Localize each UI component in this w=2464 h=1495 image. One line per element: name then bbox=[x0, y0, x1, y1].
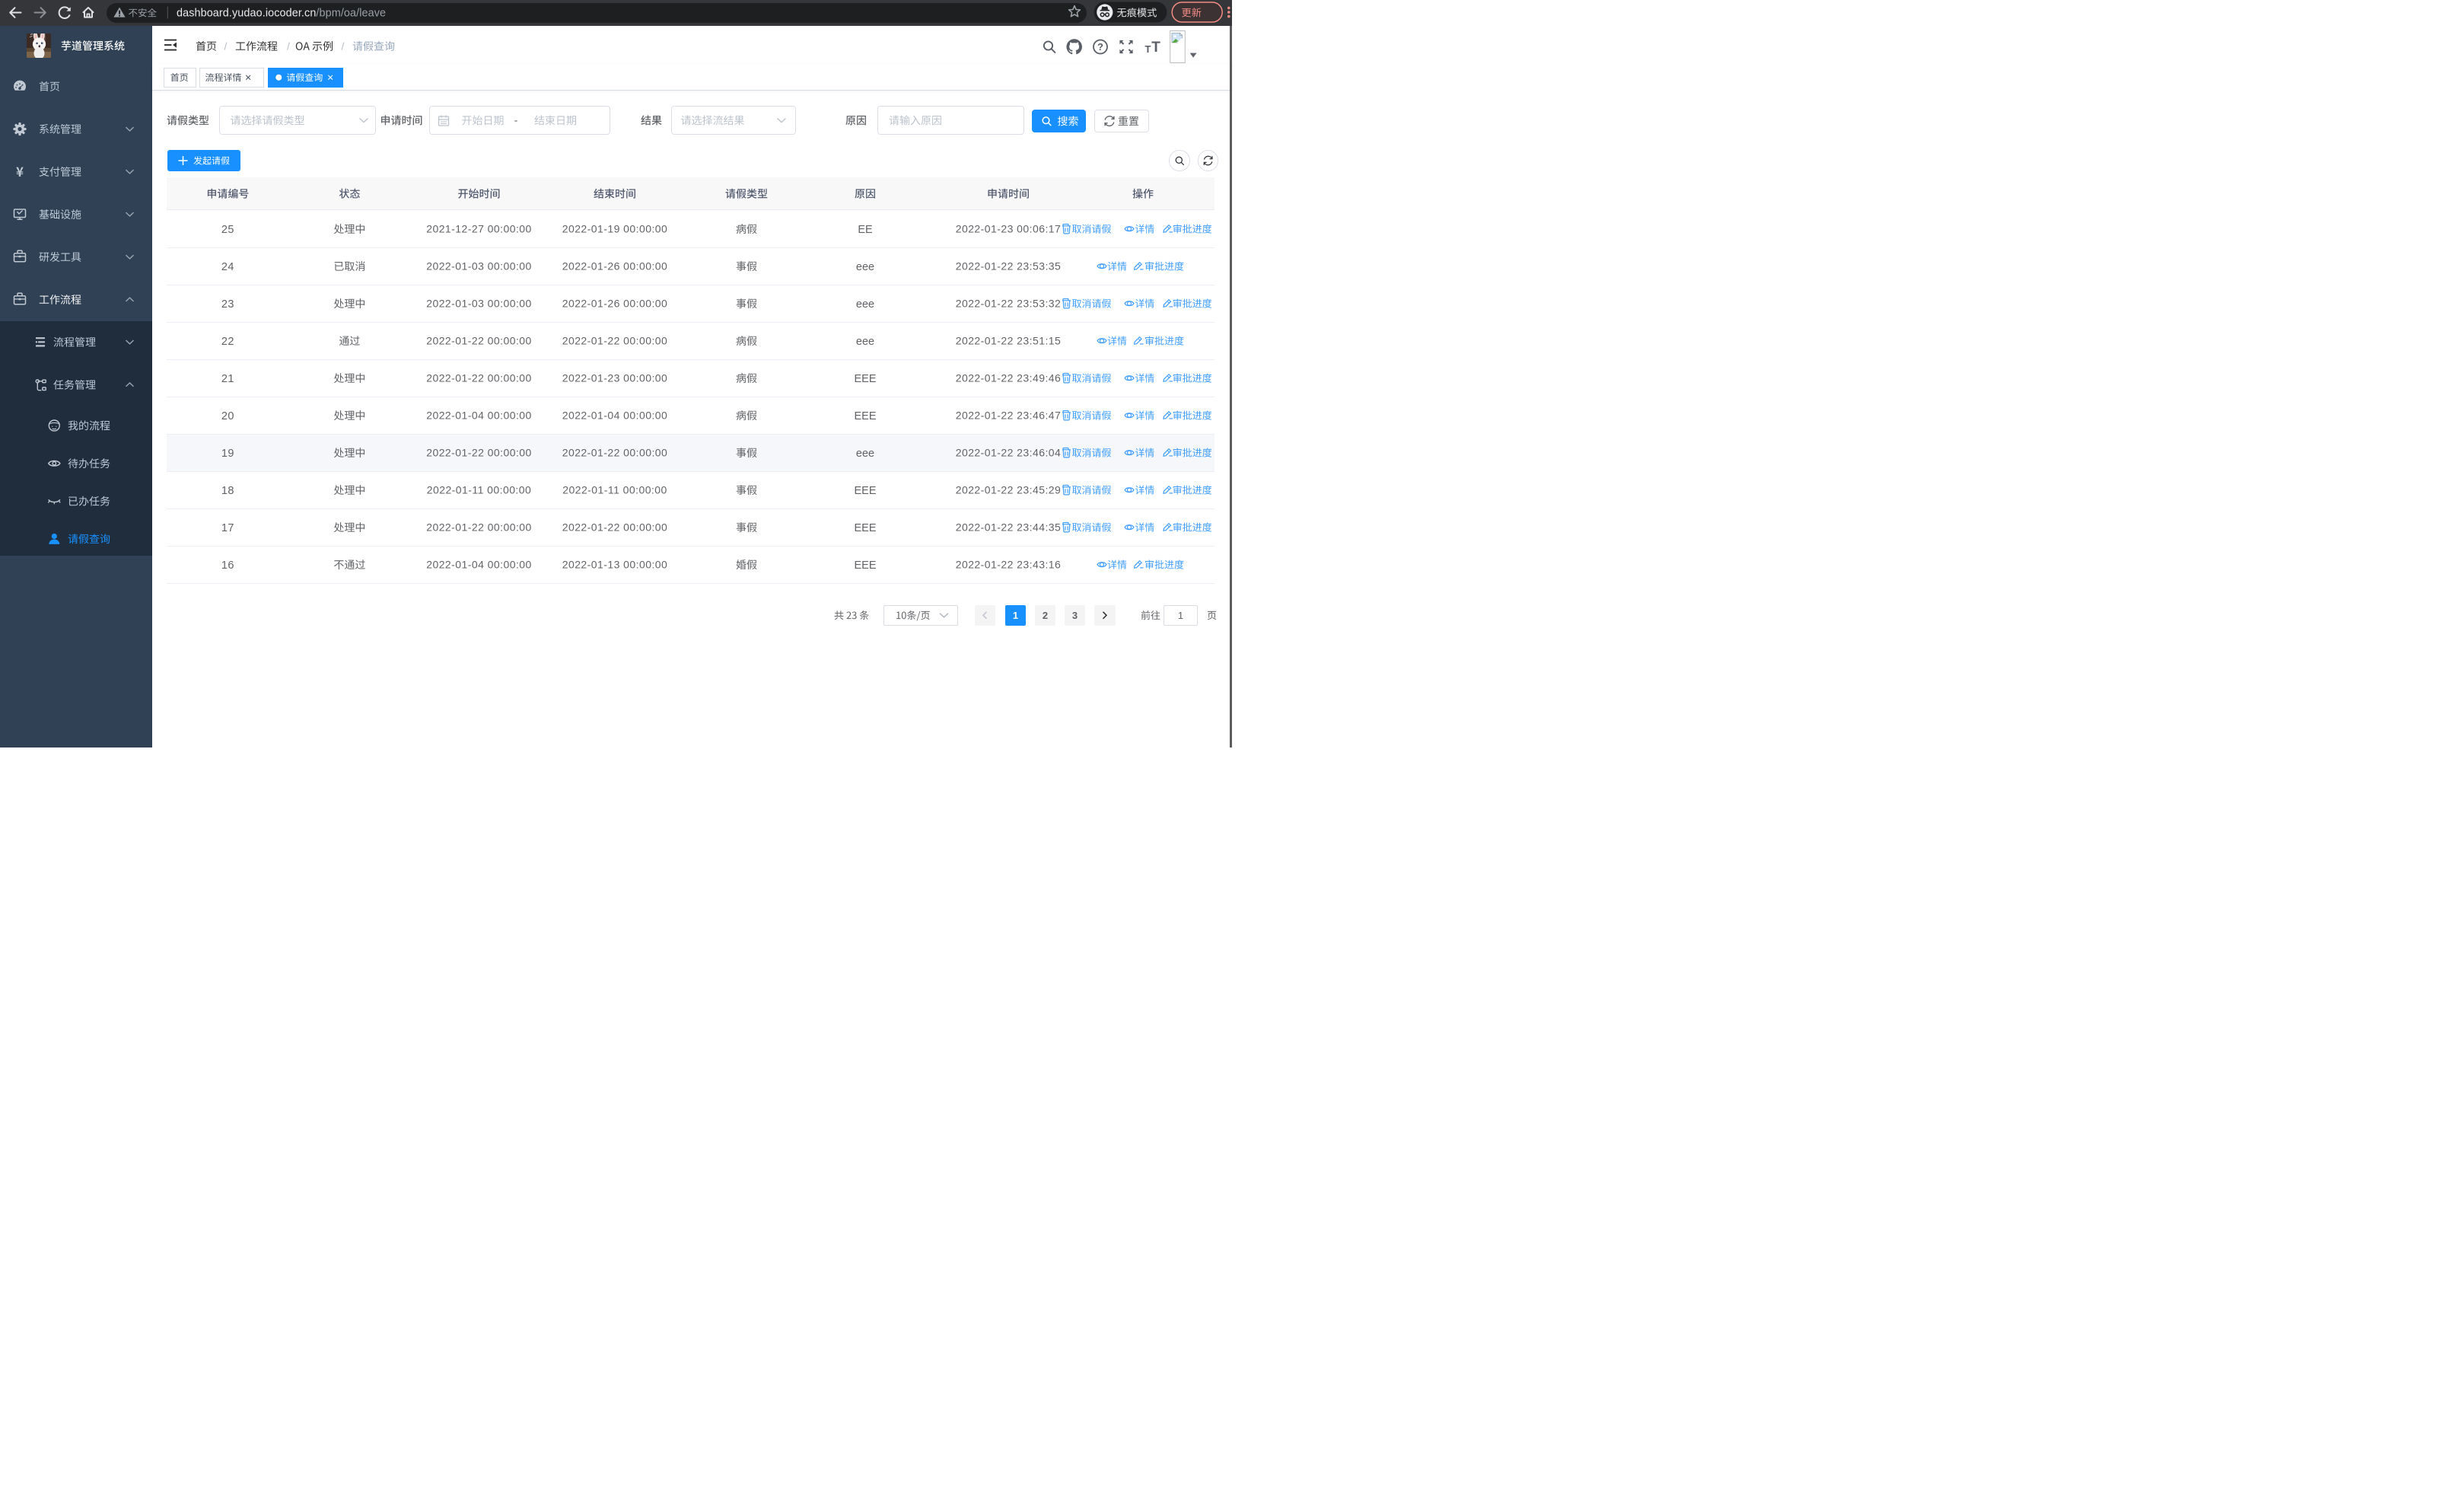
svg-text:2022-01-03 00:00:00: 2022-01-03 00:00:00 bbox=[426, 298, 532, 310]
svg-text:21: 21 bbox=[221, 373, 234, 385]
svg-text:dashboard.yudao.iocoder.cn/bpm: dashboard.yudao.iocoder.cn/bpm/oa/leave bbox=[177, 8, 386, 20]
svg-text:2022-01-22 00:00:00: 2022-01-22 00:00:00 bbox=[562, 521, 668, 534]
svg-text:eee: eee bbox=[856, 298, 874, 311]
svg-text:EEE: EEE bbox=[854, 410, 876, 422]
svg-text:2022-01-22 23:43:16: 2022-01-22 23:43:16 bbox=[956, 559, 1062, 571]
svg-text:2022-01-13 00:00:00: 2022-01-13 00:00:00 bbox=[562, 559, 668, 571]
svg-text:2022-01-23 00:06:17: 2022-01-23 00:06:17 bbox=[956, 223, 1062, 235]
svg-text:1: 1 bbox=[1178, 610, 1183, 621]
svg-text:2022-01-22 23:46:47: 2022-01-22 23:46:47 bbox=[956, 410, 1062, 422]
svg-text:EEE: EEE bbox=[854, 373, 876, 385]
svg-text:2022-01-22 23:46:04: 2022-01-22 23:46:04 bbox=[956, 447, 1062, 459]
svg-text:?: ? bbox=[1097, 41, 1103, 53]
svg-text:-: - bbox=[514, 114, 518, 126]
svg-text:2022-01-26 00:00:00: 2022-01-26 00:00:00 bbox=[562, 260, 668, 273]
svg-text:2022-01-22 23:51:15: 2022-01-22 23:51:15 bbox=[956, 335, 1062, 347]
svg-text:2022-01-22 23:49:46: 2022-01-22 23:49:46 bbox=[956, 372, 1062, 384]
svg-text:20: 20 bbox=[221, 410, 234, 422]
svg-text:/: / bbox=[342, 40, 345, 53]
svg-text:EEE: EEE bbox=[854, 522, 876, 534]
svg-text:2022-01-22 23:53:35: 2022-01-22 23:53:35 bbox=[956, 260, 1062, 273]
svg-text:2022-01-22 00:00:00: 2022-01-22 00:00:00 bbox=[426, 447, 532, 459]
svg-text:eee: eee bbox=[856, 336, 874, 348]
svg-text:2022-01-22 00:00:00: 2022-01-22 00:00:00 bbox=[426, 521, 532, 534]
svg-text:EEE: EEE bbox=[854, 485, 876, 497]
svg-text:19: 19 bbox=[221, 448, 234, 460]
svg-text:2022-01-11 00:00:00: 2022-01-11 00:00:00 bbox=[562, 484, 667, 496]
svg-text:2022-01-22 00:00:00: 2022-01-22 00:00:00 bbox=[426, 335, 532, 347]
svg-text:17: 17 bbox=[221, 522, 234, 534]
svg-text:2022-01-22 23:45:29: 2022-01-22 23:45:29 bbox=[956, 484, 1062, 496]
svg-text:T: T bbox=[1151, 40, 1160, 56]
svg-text:T: T bbox=[1145, 43, 1151, 55]
svg-text:2022-01-03 00:00:00: 2022-01-03 00:00:00 bbox=[426, 260, 532, 273]
svg-text:1: 1 bbox=[1013, 610, 1018, 621]
svg-text:2022-01-22 00:00:00: 2022-01-22 00:00:00 bbox=[426, 372, 532, 384]
svg-text:/: / bbox=[224, 40, 228, 53]
svg-text:3: 3 bbox=[1072, 610, 1078, 621]
svg-text:2: 2 bbox=[1043, 610, 1048, 621]
svg-text:2022-01-04 00:00:00: 2022-01-04 00:00:00 bbox=[426, 559, 532, 571]
svg-text:eee: eee bbox=[856, 448, 874, 460]
svg-text:2022-01-22 00:00:00: 2022-01-22 00:00:00 bbox=[562, 335, 668, 347]
svg-text:eee: eee bbox=[856, 261, 874, 273]
svg-text:16: 16 bbox=[221, 559, 234, 572]
svg-text:22: 22 bbox=[221, 336, 234, 348]
svg-text:EE: EE bbox=[858, 224, 873, 236]
svg-text:2022-01-04 00:00:00: 2022-01-04 00:00:00 bbox=[426, 410, 532, 422]
svg-text:2022-01-19 00:00:00: 2022-01-19 00:00:00 bbox=[562, 223, 668, 235]
svg-text:25: 25 bbox=[221, 224, 234, 236]
svg-text:2022-01-22 00:00:00: 2022-01-22 00:00:00 bbox=[562, 447, 668, 459]
svg-text:2022-01-04 00:00:00: 2022-01-04 00:00:00 bbox=[562, 410, 668, 422]
svg-text:2022-01-11 00:00:00: 2022-01-11 00:00:00 bbox=[427, 484, 532, 496]
svg-text:18: 18 bbox=[221, 485, 234, 497]
svg-text:/: / bbox=[287, 40, 290, 53]
svg-text:2022-01-22 23:53:32: 2022-01-22 23:53:32 bbox=[956, 298, 1062, 310]
svg-text:2022-01-26 00:00:00: 2022-01-26 00:00:00 bbox=[562, 298, 668, 310]
svg-text:2022-01-22 23:44:35: 2022-01-22 23:44:35 bbox=[956, 521, 1062, 534]
svg-text:23: 23 bbox=[221, 298, 234, 311]
svg-text:24: 24 bbox=[221, 261, 234, 273]
svg-text:2022-01-23 00:00:00: 2022-01-23 00:00:00 bbox=[562, 372, 668, 384]
svg-text:EEE: EEE bbox=[854, 559, 876, 572]
svg-text:2021-12-27 00:00:00: 2021-12-27 00:00:00 bbox=[426, 223, 532, 235]
